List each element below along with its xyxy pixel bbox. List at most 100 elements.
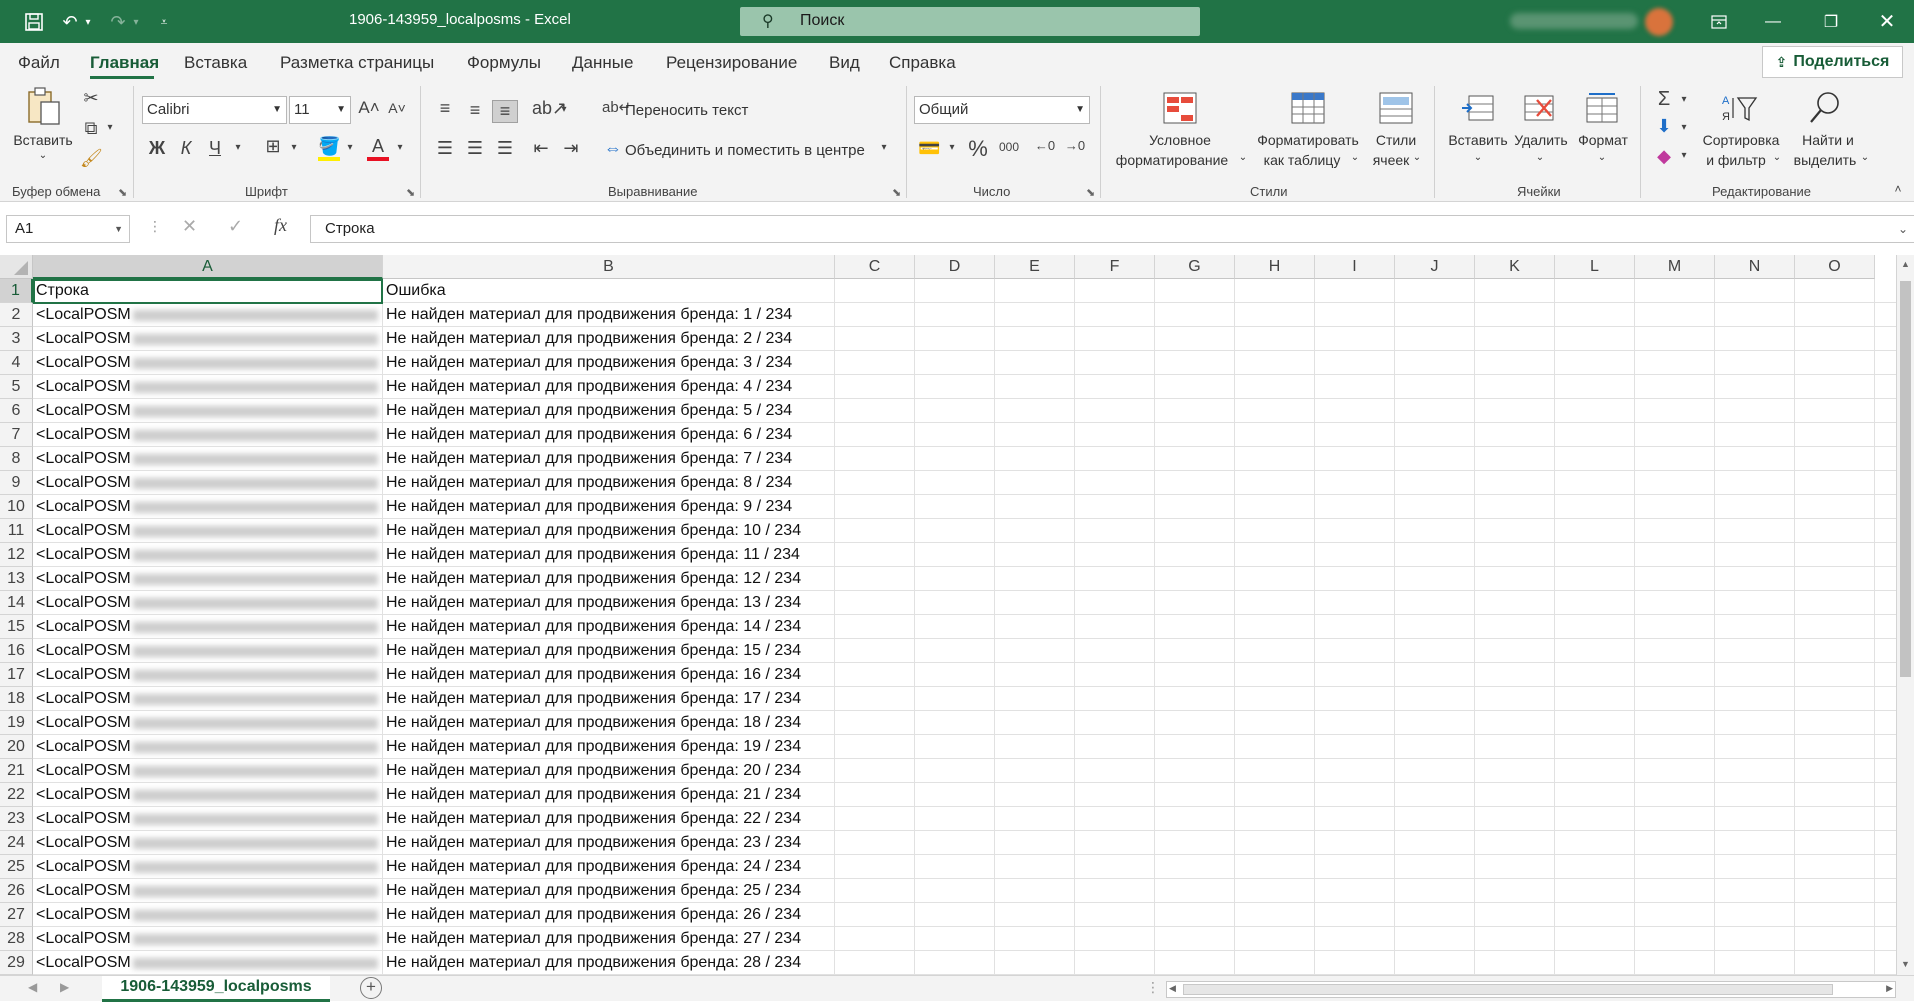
column-header-g[interactable]: G xyxy=(1155,255,1235,279)
fill-dropdown-icon[interactable]: ▾ xyxy=(1678,122,1690,133)
cell-b[interactable]: Не найден материал для продвижения бренд… xyxy=(383,639,835,663)
row-header[interactable]: 26 xyxy=(0,879,33,903)
number-dialog-launcher-icon[interactable]: ⬊ xyxy=(1086,186,1095,199)
font-size-select[interactable]: 11 ▼ xyxy=(289,96,351,124)
undo-icon[interactable]: ↶ xyxy=(58,10,82,34)
cell-a[interactable]: <LocalPOSM xyxy=(33,303,383,327)
cell-a[interactable]: <LocalPOSM xyxy=(33,543,383,567)
percent-style-icon[interactable]: % xyxy=(966,136,990,162)
restore-icon[interactable]: ❐ xyxy=(1808,0,1854,43)
avatar[interactable] xyxy=(1645,8,1673,36)
paste-dropdown-icon[interactable]: ⌄ xyxy=(36,150,50,161)
merge-center-button[interactable]: Объединить и поместить в центре xyxy=(625,142,865,159)
format-as-table-icon[interactable] xyxy=(1290,92,1326,126)
tab-file[interactable]: Файл xyxy=(18,53,60,73)
cell-a[interactable]: <LocalPOSM xyxy=(33,927,383,951)
clear-dropdown-icon[interactable]: ▾ xyxy=(1678,150,1690,161)
redo-dropdown-icon[interactable]: ▾ xyxy=(130,10,142,34)
cell-a[interactable]: <LocalPOSM xyxy=(33,375,383,399)
customize-toolbar-icon[interactable]: ⩡ xyxy=(154,10,174,34)
cell-a[interactable]: <LocalPOSM xyxy=(33,639,383,663)
insert-cells-button[interactable]: Вставить xyxy=(1444,132,1512,148)
sheet-tab[interactable]: 1906-143959_localposms xyxy=(102,976,330,1002)
cell-a[interactable]: <LocalPOSM xyxy=(33,663,383,687)
accounting-format-icon[interactable]: 💳 xyxy=(918,138,940,159)
align-right-icon[interactable]: ☰ xyxy=(494,138,516,159)
paste-icon[interactable] xyxy=(22,86,64,130)
increase-indent-icon[interactable]: ⇥ xyxy=(560,138,582,159)
cell-a[interactable]: <LocalPOSM xyxy=(33,759,383,783)
horizontal-scroll-thumb[interactable] xyxy=(1183,984,1833,995)
column-header-j[interactable]: J xyxy=(1395,255,1475,279)
cell-b[interactable]: Не найден материал для продвижения бренд… xyxy=(383,567,835,591)
cell-styles-line1[interactable]: Стили xyxy=(1372,132,1420,148)
cell-a[interactable]: <LocalPOSM xyxy=(33,567,383,591)
delete-cells-dropdown-icon[interactable]: ⌄ xyxy=(1534,152,1546,163)
vertical-scroll-thumb[interactable] xyxy=(1900,281,1911,677)
row-header[interactable]: 9 xyxy=(0,471,33,495)
cell-b[interactable]: Не найден материал для продвижения бренд… xyxy=(383,471,835,495)
user-name[interactable] xyxy=(1510,13,1638,29)
tab-split-grip-icon[interactable]: ⋮ xyxy=(1146,979,1160,996)
decrease-decimal-icon[interactable]: →0 xyxy=(1062,138,1088,153)
row-header[interactable]: 16 xyxy=(0,639,33,663)
row-header[interactable]: 15 xyxy=(0,615,33,639)
alignment-dialog-launcher-icon[interactable]: ⬊ xyxy=(892,186,901,199)
delete-cells-button[interactable]: Удалить xyxy=(1510,132,1572,148)
format-painter-icon[interactable]: 🖌 xyxy=(80,148,103,169)
tab-home[interactable]: Главная xyxy=(90,53,159,73)
spreadsheet-grid[interactable]: ABCDEFGHIJKLMNO 1 Строка Ошибка 2 <LocalPOSM… xyxy=(0,255,1896,975)
name-box[interactable]: A1 ▼ xyxy=(6,215,130,243)
cell-b[interactable]: Не найден материал для продвижения бренд… xyxy=(383,447,835,471)
autosum-icon[interactable]: Σ xyxy=(1652,88,1676,111)
autosum-dropdown-icon[interactable]: ▾ xyxy=(1678,94,1690,105)
find-select-dropdown-icon[interactable]: ⌄ xyxy=(1860,152,1870,163)
font-name-select[interactable]: Calibri ▼ xyxy=(142,96,287,124)
row-header[interactable]: 24 xyxy=(0,831,33,855)
row-header[interactable]: 5 xyxy=(0,375,33,399)
underline-button[interactable]: Ч xyxy=(204,138,226,159)
column-header-k[interactable]: K xyxy=(1475,255,1555,279)
format-cells-dropdown-icon[interactable]: ⌄ xyxy=(1596,152,1608,163)
undo-dropdown-icon[interactable]: ▾ xyxy=(82,10,94,34)
conditional-formatting-icon[interactable] xyxy=(1162,92,1198,126)
conditional-formatting-dropdown-icon[interactable]: ⌄ xyxy=(1238,152,1248,163)
cell-b[interactable]: Не найден материал для продвижения бренд… xyxy=(383,831,835,855)
font-color-icon[interactable]: A xyxy=(367,136,389,161)
cut-icon[interactable]: ✂ xyxy=(80,88,102,109)
ribbon-display-options-icon[interactable] xyxy=(1696,0,1742,43)
merge-dropdown-icon[interactable]: ▾ xyxy=(878,142,890,153)
tab-review[interactable]: Рецензирование xyxy=(666,53,797,73)
sort-filter-line1[interactable]: Сортировка xyxy=(1696,132,1786,148)
row-header[interactable]: 1 xyxy=(0,279,33,303)
row-header[interactable]: 2 xyxy=(0,303,33,327)
confirm-entry-icon[interactable]: ✓ xyxy=(228,216,243,237)
accounting-dropdown-icon[interactable]: ▾ xyxy=(946,142,958,153)
paste-button[interactable]: Вставить xyxy=(11,132,75,148)
cell-b[interactable]: Не найден материал для продвижения бренд… xyxy=(383,783,835,807)
cell-a[interactable]: <LocalPOSM xyxy=(33,351,383,375)
row-header[interactable]: 10 xyxy=(0,495,33,519)
cell-b[interactable]: Не найден материал для продвижения бренд… xyxy=(383,519,835,543)
clear-icon[interactable]: ◆ xyxy=(1652,146,1676,167)
row-header[interactable]: 20 xyxy=(0,735,33,759)
close-icon[interactable]: ✕ xyxy=(1864,0,1910,43)
cell-b[interactable]: Не найден материал для продвижения бренд… xyxy=(383,711,835,735)
cancel-entry-icon[interactable]: ✕ xyxy=(182,216,197,237)
fill-color-dropdown-icon[interactable]: ▾ xyxy=(344,142,356,153)
cell-b[interactable]: Не найден материал для продвижения бренд… xyxy=(383,735,835,759)
cell-b[interactable]: Не найден материал для продвижения бренд… xyxy=(383,351,835,375)
align-top-icon[interactable]: ≡ xyxy=(434,98,456,119)
row-header[interactable]: 7 xyxy=(0,423,33,447)
increase-font-size-icon[interactable]: A˄ xyxy=(358,98,380,118)
minimize-icon[interactable]: — xyxy=(1750,0,1796,43)
cell-b[interactable]: Ошибка xyxy=(383,279,835,303)
cell-b[interactable]: Не найден материал для продвижения бренд… xyxy=(383,375,835,399)
align-center-icon[interactable]: ☰ xyxy=(464,138,486,159)
cell-a[interactable]: <LocalPOSM xyxy=(33,807,383,831)
cell-a[interactable]: <LocalPOSM xyxy=(33,399,383,423)
horizontal-scrollbar[interactable]: ◀ ▶ xyxy=(1166,981,1896,998)
tab-help[interactable]: Справка xyxy=(889,53,956,73)
fill-icon[interactable]: ⬇ xyxy=(1652,116,1676,137)
redo-icon[interactable]: ↷ xyxy=(106,10,130,34)
